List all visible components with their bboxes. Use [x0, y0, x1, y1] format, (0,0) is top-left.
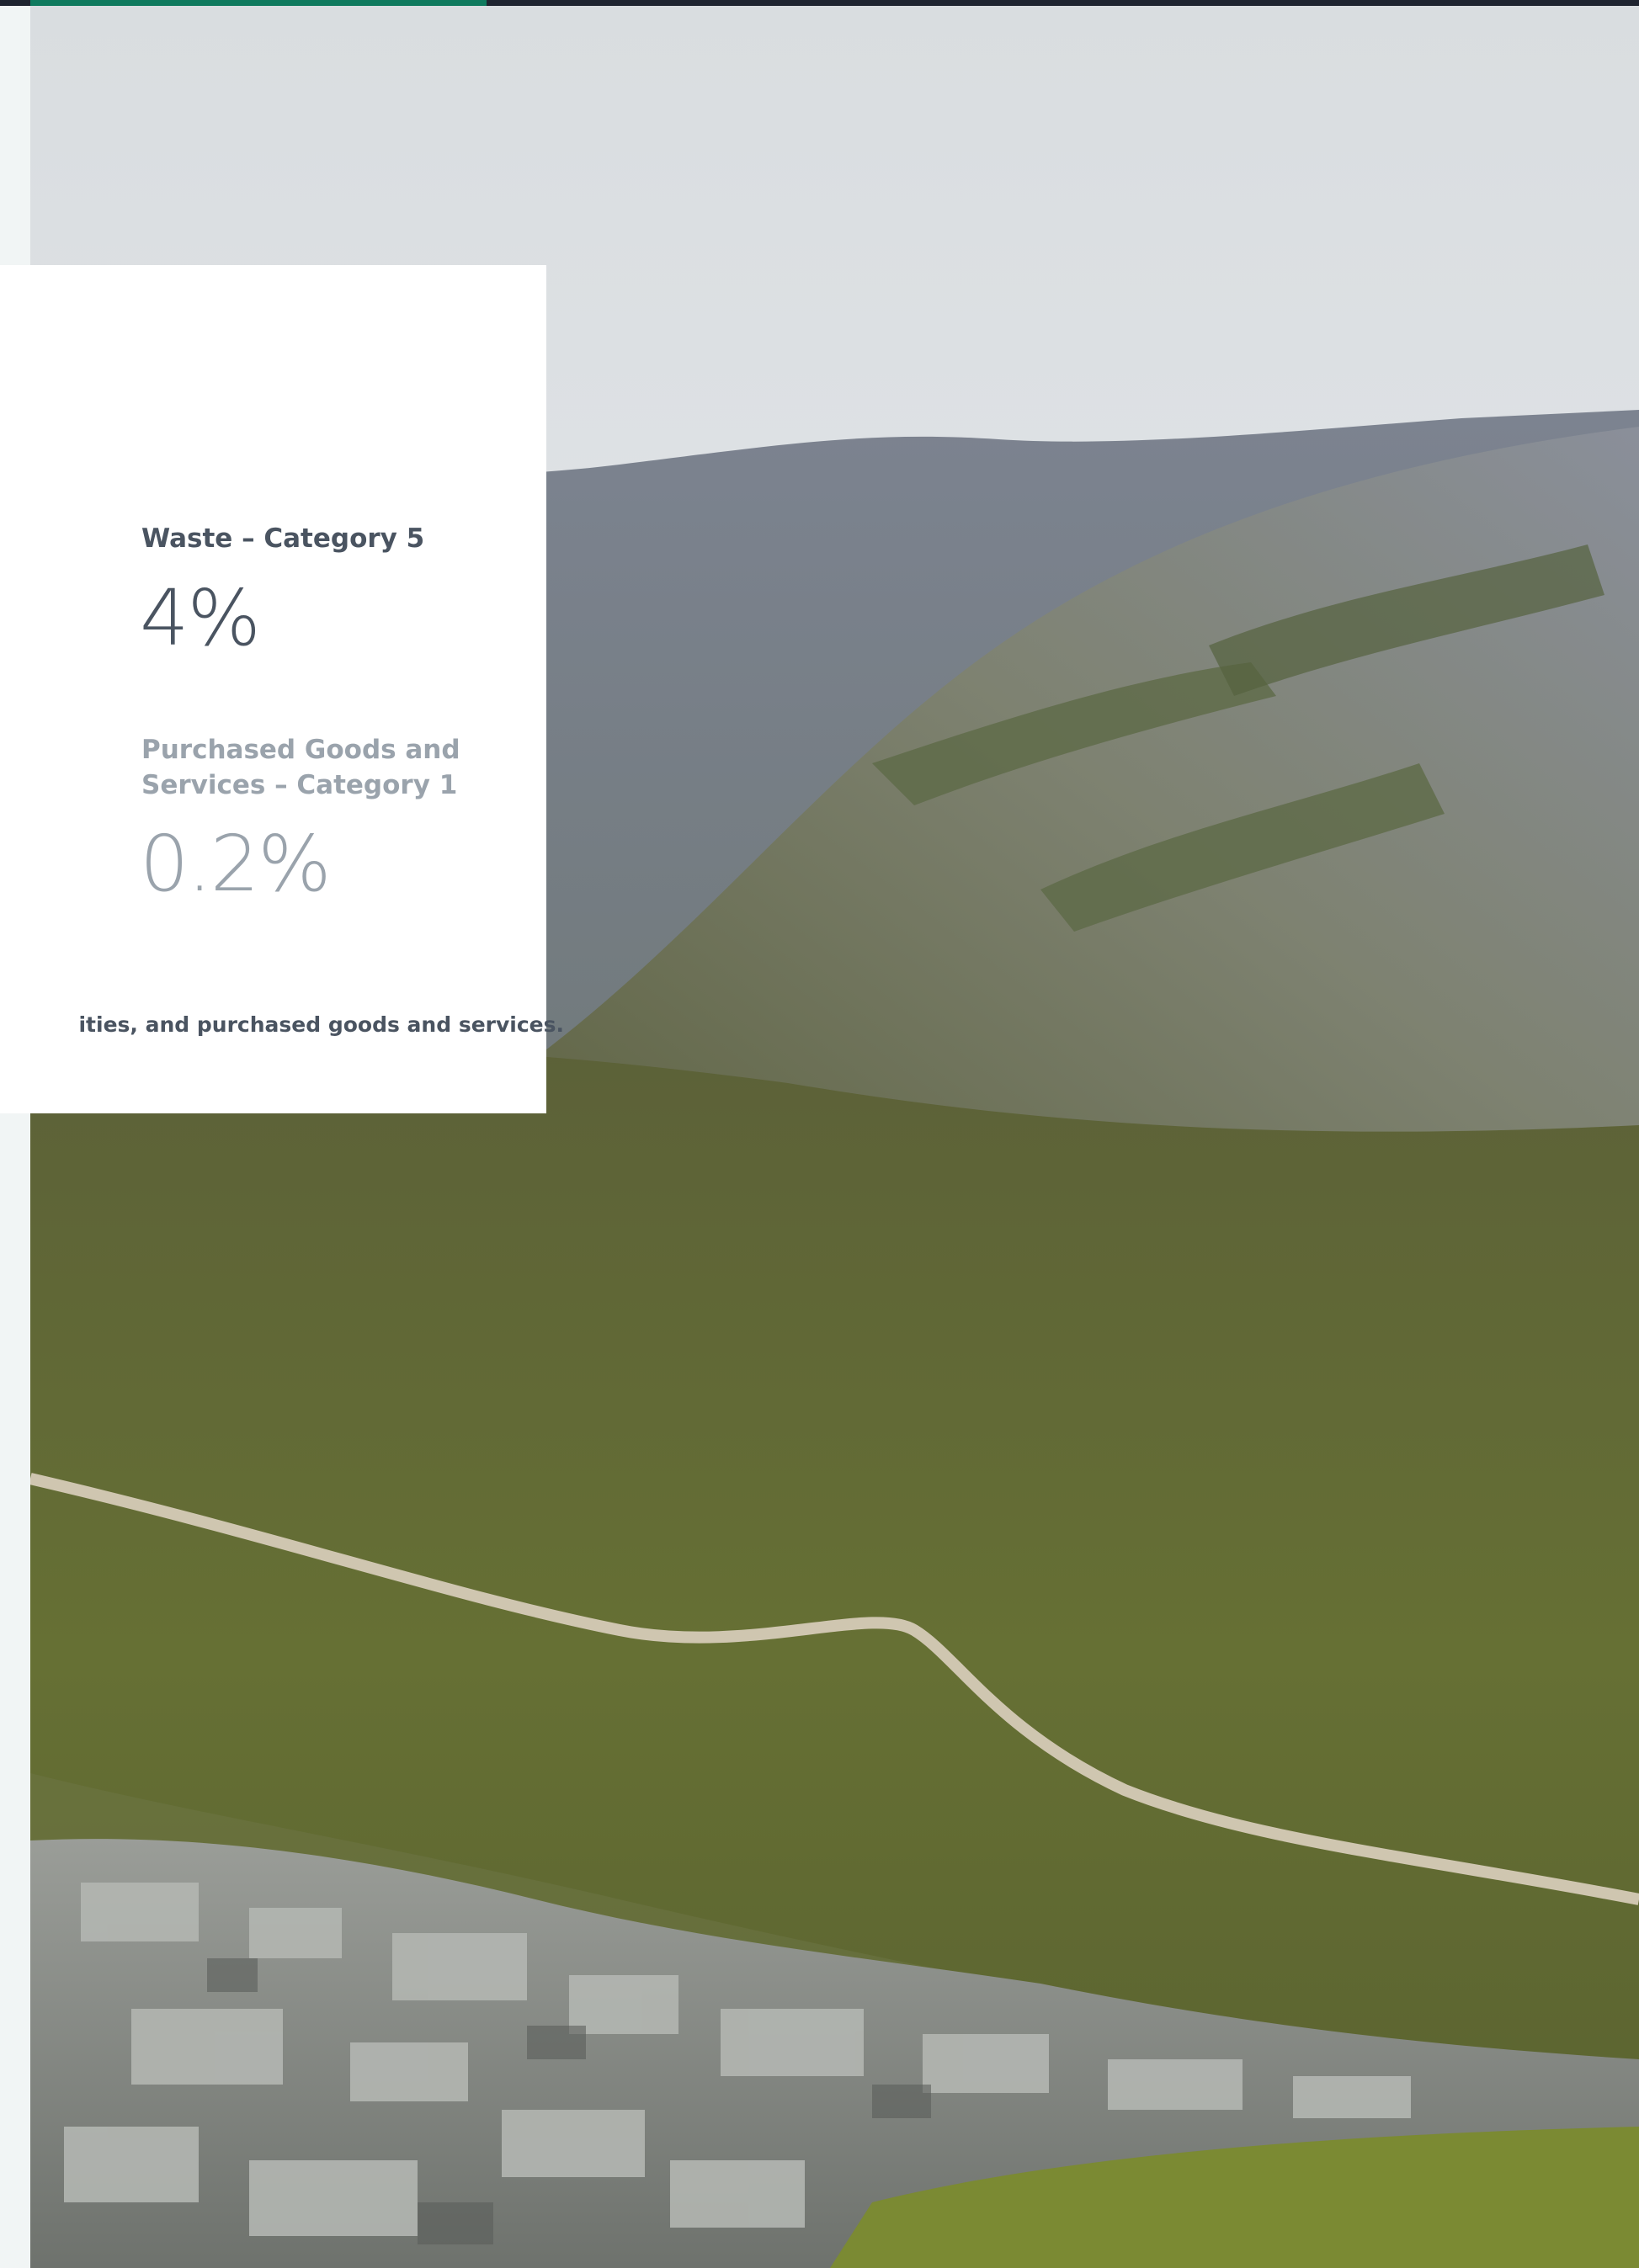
- stat-value-purchased-goods: 0.2%: [140, 819, 332, 909]
- top-bar-accent: [30, 0, 487, 6]
- stat-value-waste: 4%: [140, 573, 261, 663]
- card-footnote: ities, and purchased goods and services.: [78, 1012, 564, 1037]
- stat-label-purchased-goods-line2: Services – Category 1: [141, 770, 458, 800]
- stat-label-waste: Waste – Category 5: [141, 523, 425, 554]
- statistics-card: Waste – Category 5 4% Purchased Goods an…: [0, 265, 564, 1113]
- stat-label-purchased-goods-line1: Purchased Goods and: [141, 735, 460, 765]
